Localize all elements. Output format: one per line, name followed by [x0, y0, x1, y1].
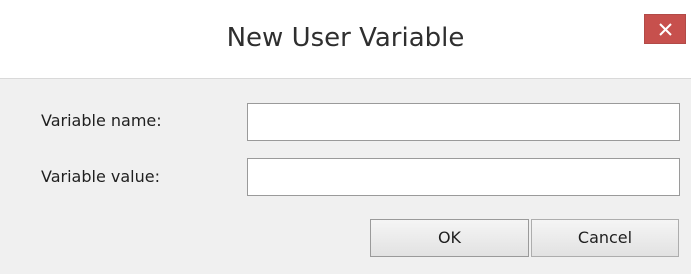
ok-button[interactable]: OK [370, 219, 529, 257]
variable-value-input[interactable] [247, 158, 680, 196]
variable-value-label: Variable value: [41, 167, 160, 186]
close-icon [659, 23, 672, 36]
cancel-button[interactable]: Cancel [531, 219, 679, 257]
close-button[interactable] [644, 14, 686, 44]
dialog-titlebar: New User Variable [0, 0, 691, 78]
dialog-title: New User Variable [226, 23, 465, 53]
variable-name-input[interactable] [247, 103, 680, 141]
new-user-variable-dialog: New User Variable Variable name: Variabl… [0, 0, 691, 274]
variable-name-label: Variable name: [41, 111, 162, 130]
